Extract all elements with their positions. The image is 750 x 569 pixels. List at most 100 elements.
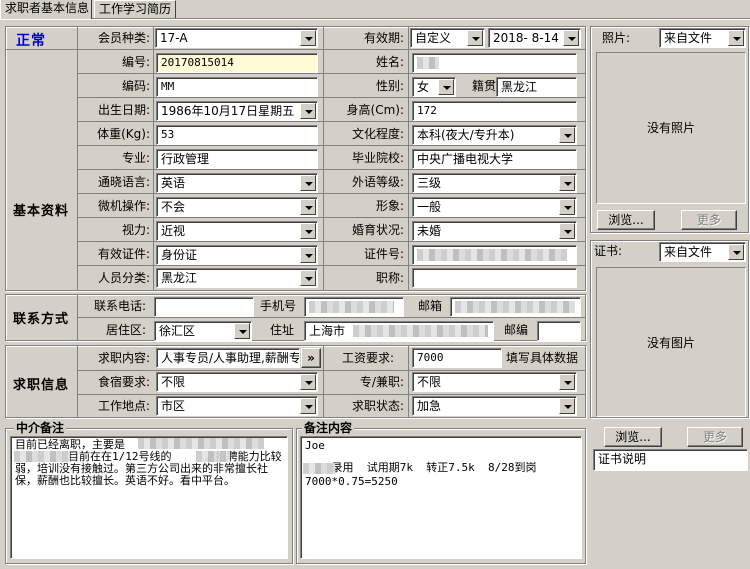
redacted-name [417,57,439,69]
remark-line: 7000*0.75=5250 [305,475,398,488]
cert-no-label: 证件号: [363,247,404,261]
row-divider [78,317,585,318]
row-divider [78,265,585,266]
id-input[interactable]: 20170815014 [156,53,318,73]
redacted-cert-no [417,249,567,261]
name-input[interactable] [412,53,577,73]
email-label: 邮箱 [418,299,443,313]
category-select[interactable]: 黑龙江 [156,268,318,288]
tab-resume[interactable]: 工作学习简历 [94,0,176,18]
photo-more-button[interactable]: 更多 [681,210,737,230]
cert-image-box[interactable]: 没有图片 [596,267,746,417]
location-select[interactable]: 市区 [156,396,318,416]
foreign-level-select[interactable]: 三级 [412,173,577,193]
cert-desc-input[interactable]: 证书说明 [593,449,748,471]
redacted-email [455,301,575,313]
marital-select[interactable]: 未婚 [412,221,577,241]
birth-label: 出生日期: [97,103,150,117]
remark-title: 备注内容 [302,421,355,435]
education-label: 文化程度: [351,127,404,141]
title-input[interactable] [412,268,577,288]
agent-notes-title: 中介备注 [14,421,67,435]
section-contact-title: 联系方式 [13,312,70,327]
category-label: 人员分类: [97,271,150,285]
cert-more-button[interactable]: 更多 [687,427,743,447]
computer-label: 微机操作: [97,199,150,213]
vision-label: 视力: [121,223,150,237]
salary-hint: 填写具体数据 [506,351,579,365]
language-select[interactable]: 英语 [156,173,318,193]
phone-label: 联系电话: [93,299,146,313]
member-type-label: 会员种类: [97,31,150,45]
cert-type-select[interactable]: 身份证 [156,245,318,265]
col-divider [408,27,409,290]
redacted-remark [303,463,335,474]
validity-date-select[interactable]: 2018- 8-14 [488,28,581,48]
code-label: 编码: [121,79,150,93]
job-content-label: 求职内容: [97,351,150,365]
redacted-address [353,325,488,337]
job-content-more-button[interactable]: » [301,348,321,368]
code-input[interactable]: MM [156,77,318,97]
foreign-level-label: 外语等级: [351,175,404,189]
tab-baseline-hl [0,19,750,20]
email-input[interactable] [450,297,581,317]
validity-mode-select[interactable]: 自定义 [410,28,485,48]
marital-label: 婚育状况: [351,223,404,237]
col-divider [153,27,154,290]
major-input[interactable]: 行政管理 [156,149,318,169]
postcode-input[interactable] [537,321,581,341]
id-label: 编号: [121,55,150,69]
job-status-select[interactable]: 加急 [412,396,577,416]
salary-label: 工资要求: [341,351,394,365]
job-content-input[interactable]: 人事专员/人事助理,薪酬专 [156,348,300,368]
parttime-label: 专/兼职: [359,375,404,389]
row-divider [78,217,585,218]
col-divider [408,346,409,417]
photo-source-select[interactable]: 来自文件 [659,28,746,48]
cert-source-select[interactable]: 来自文件 [659,242,746,262]
mobile-label: 手机号 [260,299,297,313]
gender-label: 性别: [375,79,404,93]
status-label: 正常 [16,33,46,49]
salary-input[interactable]: 7000 [412,348,502,368]
height-input[interactable]: 172 [412,101,577,121]
school-input[interactable]: 中央广播电视大学 [412,149,577,169]
photo-box[interactable]: 没有照片 [596,52,746,204]
row-divider [78,97,585,98]
gender-select[interactable]: 女 [412,77,456,97]
redacted-mobile [309,301,394,313]
appearance-select[interactable]: 一般 [412,197,577,217]
validity-label: 有效期: [363,31,404,45]
parttime-select[interactable]: 不限 [412,372,577,392]
phone-input[interactable] [154,297,254,317]
language-label: 通晓语言: [97,175,150,189]
photo-browse-button[interactable]: 浏览... [597,210,655,230]
tab-basic-info[interactable]: 求职者基本信息 [0,0,92,19]
redacted-note-2 [14,451,70,462]
remark-textarea[interactable]: Joe 录用 试用期7k 转正7.5k 8/28到岗 7000*0.75=5250 [300,436,582,559]
address-label: 住址 [270,323,295,337]
cert-label: 证书: [594,244,623,258]
name-label: 姓名: [375,55,404,69]
cert-no-input[interactable] [412,245,577,265]
weight-label: 体重(Kg): [97,127,150,141]
birth-date-picker[interactable]: 1986年10月17日星期五 [156,101,318,121]
education-select[interactable]: 本科(夜大/专升本) [412,125,577,145]
vision-select[interactable]: 近视 [156,221,318,241]
member-type-select[interactable]: 17-A [155,28,318,48]
photo-label: 照片: [602,31,631,45]
native-label: 籍贯 [472,79,497,93]
native-input[interactable]: 黑龙江 [496,77,577,97]
row-divider [78,169,585,170]
row-divider [78,73,585,74]
weight-input[interactable]: 53 [156,125,318,145]
cert-browse-button[interactable]: 浏览... [604,427,662,447]
address-input[interactable]: 上海市 [304,321,494,341]
row-divider [78,193,585,194]
computer-select[interactable]: 不会 [156,197,318,217]
mobile-input[interactable] [304,297,404,317]
redacted-note-3 [196,451,230,462]
board-select[interactable]: 不限 [156,372,318,392]
district-select[interactable]: 徐汇区 [154,321,252,341]
